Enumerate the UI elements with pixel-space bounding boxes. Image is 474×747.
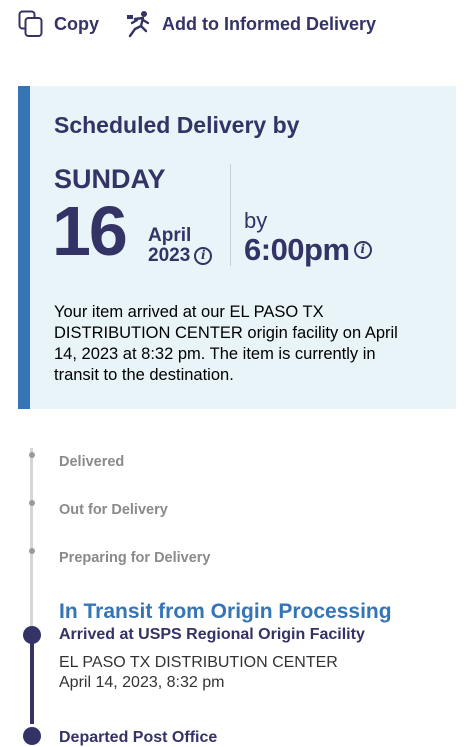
timeline-step-dot: [29, 500, 35, 506]
scheduled-delivery-card: Scheduled Delivery by SUNDAY 16 April 20…: [18, 86, 456, 409]
scheduled-delivery-title: Scheduled Delivery by: [54, 112, 300, 138]
info-icon[interactable]: [194, 247, 213, 265]
timeline-step-dot: [29, 548, 35, 554]
delivery-year-row: 2023: [148, 245, 213, 267]
timeline-step-dot: [29, 452, 35, 458]
runner-icon: [126, 10, 152, 38]
delivery-time: 6:00pm: [244, 232, 350, 267]
event-title: Arrived at USPS Regional Origin Facility: [59, 626, 365, 643]
delivery-year: 2023: [148, 245, 191, 266]
by-label: by: [244, 208, 268, 233]
add-informed-delivery-button[interactable]: Add to Informed Delivery: [126, 10, 376, 38]
copy-button[interactable]: Copy: [18, 10, 99, 38]
timeline-line-completed: [30, 634, 34, 724]
event-title: Departed Post Office: [59, 729, 218, 746]
timeline-line-pending: [30, 448, 33, 628]
event-datetime: April 14, 2023, 8:32 pm: [59, 674, 225, 691]
copy-label: Copy: [54, 13, 99, 34]
timeline-event-dot: [23, 727, 41, 745]
action-bar: Copy Add to Informed Delivery: [0, 0, 474, 56]
event-location: EL PASO TX DISTRIBUTION CENTER: [59, 654, 338, 671]
current-status: In Transit from Origin Processing: [59, 600, 392, 623]
delivery-time-row: 6:00pm: [244, 232, 372, 268]
timeline-step-preparing: Preparing for Delivery: [59, 550, 211, 566]
timeline-step-out-for-delivery: Out for Delivery: [59, 502, 168, 518]
timeline-step-delivered: Delivered: [59, 454, 125, 470]
tracking-timeline: Delivered Out for Delivery Preparing for…: [0, 440, 474, 746]
informed-delivery-label: Add to Informed Delivery: [162, 13, 377, 34]
delivery-month: April: [148, 225, 192, 246]
delivery-message: Your item arrived at our EL PASO TX DIST…: [54, 303, 398, 384]
copy-icon: [18, 10, 44, 38]
date-time-divider: [230, 164, 231, 266]
delivery-weekday: SUNDAY: [54, 164, 166, 194]
timeline-event-dot: [23, 626, 41, 644]
delivery-day: 16: [52, 192, 128, 270]
info-icon[interactable]: [353, 241, 372, 259]
